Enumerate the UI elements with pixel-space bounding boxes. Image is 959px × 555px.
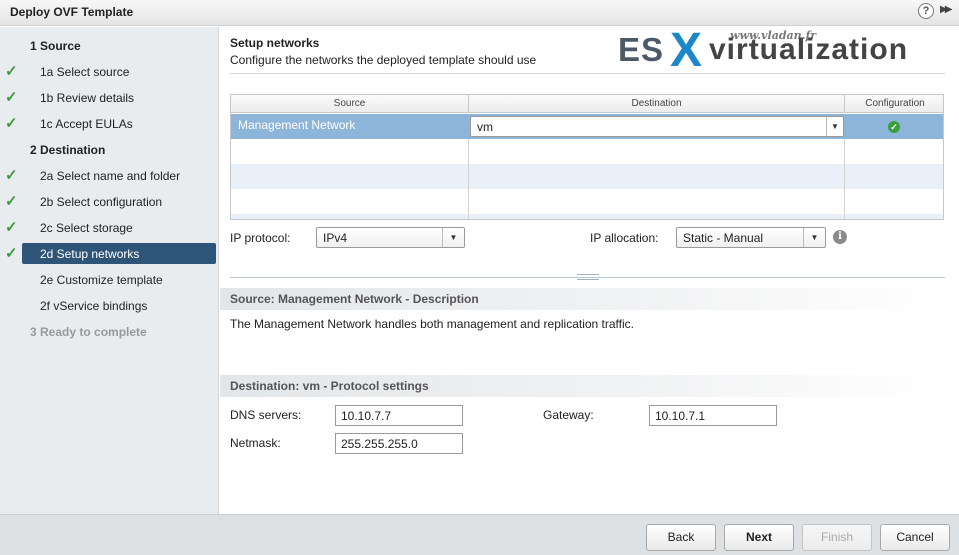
step-3-ready-to-complete: 3 Ready to complete xyxy=(0,321,219,343)
checkmark-icon: ✓ xyxy=(5,167,18,184)
step-label: 2e Customize template xyxy=(40,273,163,287)
chevron-down-icon[interactable]: ▼ xyxy=(803,228,825,247)
step-label: 1b Review details xyxy=(40,91,135,105)
wizard-steps-sidebar: 1 Source ✓ 1a Select source ✓ 1b Review … xyxy=(0,27,219,514)
info-icon[interactable]: i xyxy=(833,230,847,244)
ip-allocation-select[interactable]: Static - Manual ▼ xyxy=(676,227,826,248)
cancel-button[interactable]: Cancel xyxy=(880,524,950,551)
watermark-x: X xyxy=(670,24,703,77)
checkmark-icon: ✓ xyxy=(5,115,18,132)
table-header: Source Destination Configuration xyxy=(231,95,943,113)
step-label: 1 Source xyxy=(30,39,81,53)
step-1-source: 1 Source xyxy=(0,35,219,57)
step-2f-vservice-bindings[interactable]: 2f vService bindings xyxy=(0,295,219,317)
step-2d-setup-networks[interactable]: ✓ 2d Setup networks xyxy=(0,243,219,265)
help-icon[interactable]: ? xyxy=(918,3,934,19)
column-divider xyxy=(468,139,469,219)
step-label: 2d Setup networks xyxy=(40,247,140,261)
checkmark-icon: ✓ xyxy=(5,63,18,80)
destination-value: vm xyxy=(477,120,493,134)
step-label: 1c Accept EULAs xyxy=(40,117,133,131)
step-2-destination: 2 Destination xyxy=(0,139,219,161)
table-row-empty xyxy=(231,214,943,219)
step-2c-select-storage[interactable]: ✓ 2c Select storage xyxy=(0,217,219,239)
ip-allocation-value: Static - Manual xyxy=(683,231,764,245)
ip-allocation-label: IP allocation: xyxy=(590,231,659,245)
gateway-input[interactable]: 10.10.7.1 xyxy=(649,405,777,426)
step-label: 2 Destination xyxy=(30,143,106,157)
step-label: 2f vService bindings xyxy=(40,299,148,313)
column-header-source[interactable]: Source xyxy=(231,95,469,113)
table-row-empty xyxy=(231,164,943,189)
destination-network-select[interactable]: vm ▼ xyxy=(470,116,844,137)
check-circle-icon: ✓ xyxy=(888,121,900,133)
checkmark-icon: ✓ xyxy=(5,245,18,262)
netmask-value: 255.255.255.0 xyxy=(341,437,418,451)
finish-button: Finish xyxy=(802,524,872,551)
netmask-label: Netmask: xyxy=(230,436,281,450)
table-row[interactable]: Management Network vm ▼ ✓ xyxy=(231,114,943,139)
source-network-cell: Management Network xyxy=(238,118,356,132)
table-row-empty xyxy=(231,139,943,164)
watermark-es: ES xyxy=(618,31,665,68)
checkmark-icon: ✓ xyxy=(5,193,18,210)
step-2e-customize-template[interactable]: 2e Customize template xyxy=(0,269,219,291)
step-label: 3 Ready to complete xyxy=(30,325,147,339)
gateway-label: Gateway: xyxy=(543,408,594,422)
description-section-header: Source: Management Network - Description xyxy=(220,288,945,310)
column-header-destination[interactable]: Destination xyxy=(469,95,845,113)
table-row-empty xyxy=(231,189,943,214)
window-title: Deploy OVF Template xyxy=(10,5,134,19)
watermark-virtualization: virtualization xyxy=(709,33,909,66)
column-header-configuration[interactable]: Configuration xyxy=(845,95,943,113)
watermark-logo: www.vladan.fr ES X virtualization xyxy=(616,24,946,77)
step-label: 1a Select source xyxy=(40,65,130,79)
protocol-settings-heading: Destination: vm - Protocol settings xyxy=(230,379,429,393)
step-1b-review-details[interactable]: ✓ 1b Review details xyxy=(0,87,219,109)
gateway-value: 10.10.7.1 xyxy=(655,409,706,423)
checkmark-icon: ✓ xyxy=(5,89,18,106)
step-1a-select-source[interactable]: ✓ 1a Select source xyxy=(0,61,219,83)
step-2b-select-configuration[interactable]: ✓ 2b Select configuration xyxy=(0,191,219,213)
ip-protocol-value: IPv4 xyxy=(323,231,348,245)
dns-servers-value: 10.10.7.7 xyxy=(341,409,392,423)
step-label: 2a Select name and folder xyxy=(40,169,181,183)
dns-servers-label: DNS servers: xyxy=(230,408,302,422)
column-divider xyxy=(844,139,845,219)
splitter-grip-icon[interactable] xyxy=(577,274,599,280)
step-label: 2c Select storage xyxy=(40,221,133,235)
ip-protocol-label: IP protocol: xyxy=(230,231,291,245)
description-text: The Management Network handles both mana… xyxy=(230,317,635,331)
wizard-footer: Back Next Finish Cancel xyxy=(0,514,959,555)
next-button[interactable]: Next xyxy=(724,524,794,551)
back-button[interactable]: Back xyxy=(646,524,716,551)
chevron-down-icon[interactable]: ▼ xyxy=(826,117,843,136)
divider xyxy=(230,73,945,74)
window-titlebar: Deploy OVF Template ? ▶▶ xyxy=(0,0,959,26)
ip-protocol-select[interactable]: IPv4 ▼ xyxy=(316,227,465,248)
protocol-settings-header: Destination: vm - Protocol settings xyxy=(220,375,945,397)
description-heading: Source: Management Network - Description xyxy=(230,292,479,306)
page-subtitle: Configure the networks the deployed temp… xyxy=(230,53,537,67)
step-1c-accept-eulas[interactable]: ✓ 1c Accept EULAs xyxy=(0,113,219,135)
page-title: Setup networks xyxy=(230,36,320,50)
network-mapping-table: Source Destination Configuration Managem… xyxy=(230,94,944,220)
netmask-input[interactable]: 255.255.255.0 xyxy=(335,433,463,454)
dns-servers-input[interactable]: 10.10.7.7 xyxy=(335,405,463,426)
main-panel: Setup networks Configure the networks th… xyxy=(220,24,959,514)
step-2a-select-name-folder[interactable]: ✓ 2a Select name and folder xyxy=(0,165,219,187)
checkmark-icon: ✓ xyxy=(5,219,18,236)
chevron-down-icon[interactable]: ▼ xyxy=(442,228,464,247)
expand-icon[interactable]: ▶▶ xyxy=(940,4,953,15)
step-label: 2b Select configuration xyxy=(40,195,163,209)
